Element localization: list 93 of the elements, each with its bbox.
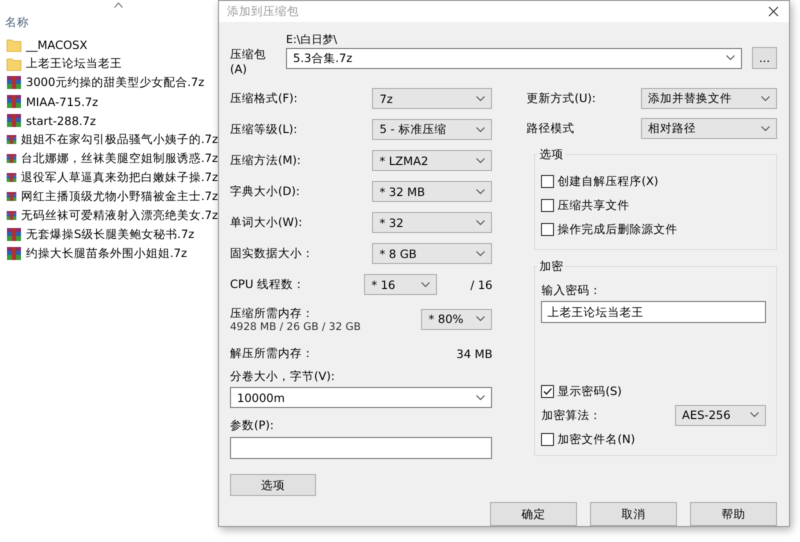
chevron-icon xyxy=(476,96,486,102)
checkbox-label: 操作完成后删除源文件 xyxy=(557,222,678,236)
checkbox[interactable] xyxy=(541,222,554,236)
archive-icon xyxy=(6,132,17,147)
dialog-button[interactable]: 确定 xyxy=(490,502,577,526)
window-title: 添加到压缩包 xyxy=(227,4,299,19)
dropdown[interactable]: * 32 MB xyxy=(372,181,492,202)
thread-total: / 16 xyxy=(470,278,492,292)
archive-icon xyxy=(6,151,17,166)
field-label: 解压所需内存： xyxy=(230,346,314,361)
archive-icon xyxy=(6,189,17,204)
dropdown[interactable]: AES-256 xyxy=(675,404,766,426)
params-field[interactable] xyxy=(230,437,492,459)
archive-icon xyxy=(6,246,22,261)
checkbox-label: 创建自解压程序(X) xyxy=(557,174,658,188)
field-label: 压缩等级(L): xyxy=(230,122,298,137)
field-label: 固实数据大小： xyxy=(230,246,314,261)
checkbox[interactable] xyxy=(541,198,554,212)
field-label: 路径模式 xyxy=(526,121,574,136)
field-label: 字典大小(D): xyxy=(230,184,300,199)
group-title: 选项 xyxy=(537,147,566,162)
chevron-icon xyxy=(476,158,486,164)
file-name[interactable]: __MACOSX xyxy=(26,38,88,52)
chevron-icon xyxy=(476,188,486,194)
checkbox-label: 加密文件名(N) xyxy=(557,432,636,446)
browse-button[interactable]: ... xyxy=(752,47,777,69)
field-label: 单词大小(W): xyxy=(230,215,302,230)
file-name[interactable]: 约操大长腿苗条外围小姐姐.7z xyxy=(26,246,188,261)
archive-icon xyxy=(6,170,17,185)
close-icon[interactable] xyxy=(768,6,779,17)
field-label: 压缩包(A) xyxy=(230,46,267,76)
field-label: 压缩所需内存： xyxy=(230,306,315,320)
dropdown[interactable]: 相对路径 xyxy=(641,118,777,139)
checkbox-label: 显示密码(S) xyxy=(557,384,622,398)
archive-icon xyxy=(6,94,22,109)
dropdown[interactable]: 5 - 标准压缩 xyxy=(372,119,492,140)
field-label: 分卷大小，字节(V): xyxy=(230,369,336,384)
archive-icon xyxy=(6,113,22,128)
password-field[interactable]: 上老王论坛当老王 xyxy=(541,301,766,323)
dropdown[interactable]: * 80% xyxy=(421,308,492,330)
archive-icon xyxy=(6,227,22,242)
field-label: 压缩格式(F): xyxy=(230,91,298,106)
chevron-icon xyxy=(761,126,770,132)
dropdown[interactable]: * 16 xyxy=(364,274,438,295)
chevron-icon xyxy=(476,316,486,322)
sort-caret-icon xyxy=(114,2,123,8)
chevron-icon xyxy=(761,96,770,102)
checkbox[interactable] xyxy=(541,384,554,398)
dropdown[interactable]: * 8 GB xyxy=(372,243,492,264)
dropdown[interactable]: 7z xyxy=(372,88,492,109)
field-label: 更新方式(U): xyxy=(526,91,596,106)
chevron-icon xyxy=(476,394,486,400)
checkbox[interactable] xyxy=(541,432,554,446)
dialog-button[interactable]: 取消 xyxy=(590,502,677,526)
archive-icon xyxy=(6,75,22,90)
column-header[interactable]: 名称 xyxy=(5,15,29,30)
dropdown[interactable]: * LZMA2 xyxy=(372,150,492,171)
field-label: CPU 线程数： xyxy=(230,277,306,292)
file-name[interactable]: 台北娜娜，丝袜美腿空姐制服诱惑.7z xyxy=(20,151,218,166)
file-name[interactable]: 上老王论坛当老王 xyxy=(26,56,122,71)
checkbox[interactable] xyxy=(541,174,554,188)
folder-icon xyxy=(6,38,22,52)
field-label: 加密算法： xyxy=(541,408,602,422)
chevron-icon xyxy=(726,55,735,61)
archive-name-combo[interactable]: 5.3合集.7z xyxy=(286,48,742,68)
memory-usage: 4928 MB / 26 GB / 32 GB xyxy=(230,320,361,332)
memory-value: 34 MB xyxy=(456,346,492,360)
chevron-icon xyxy=(421,282,430,288)
file-name[interactable]: 姐姐不在家勾引极品骚气小姨子的.7z xyxy=(20,132,218,147)
file-name[interactable]: 无套爆操S级长腿美鲍女秘书.7z xyxy=(26,227,194,242)
folder-icon xyxy=(6,56,22,70)
file-name[interactable]: 3000元约操的甜美型少女配合.7z xyxy=(26,75,204,90)
chevron-icon xyxy=(476,220,486,226)
chevron-icon xyxy=(476,250,486,256)
dropdown[interactable]: 添加并替换文件 xyxy=(641,88,777,109)
file-name[interactable]: 退役军人草逼真来劲把白嫩妹子操.7z xyxy=(20,170,218,185)
chevron-icon xyxy=(476,126,486,132)
checkbox-label: 压缩共享文件 xyxy=(557,198,630,212)
file-name[interactable]: 网红主播顶级尤物小野猫被金主士.7z xyxy=(20,189,218,204)
file-name[interactable]: start-288.7z xyxy=(26,114,96,128)
archive-icon xyxy=(6,208,17,223)
archive-path: E:\白日梦\ xyxy=(286,32,338,47)
options-button[interactable]: 选项 xyxy=(230,474,316,496)
field-label: 输入密码： xyxy=(541,283,602,298)
volume-size-combo[interactable]: 10000m xyxy=(230,387,492,408)
field-label: 压缩方法(M): xyxy=(230,153,301,168)
dropdown[interactable]: * 32 xyxy=(372,212,492,233)
field-label: 参数(P): xyxy=(230,418,275,433)
dialog-button[interactable]: 帮助 xyxy=(690,502,777,526)
file-name[interactable]: MIAA-715.7z xyxy=(26,94,98,108)
chevron-icon xyxy=(750,412,759,418)
file-name[interactable]: 无码丝袜可爱精液射入漂亮绝美女.7z xyxy=(20,208,218,223)
group-title: 加密 xyxy=(537,259,566,274)
